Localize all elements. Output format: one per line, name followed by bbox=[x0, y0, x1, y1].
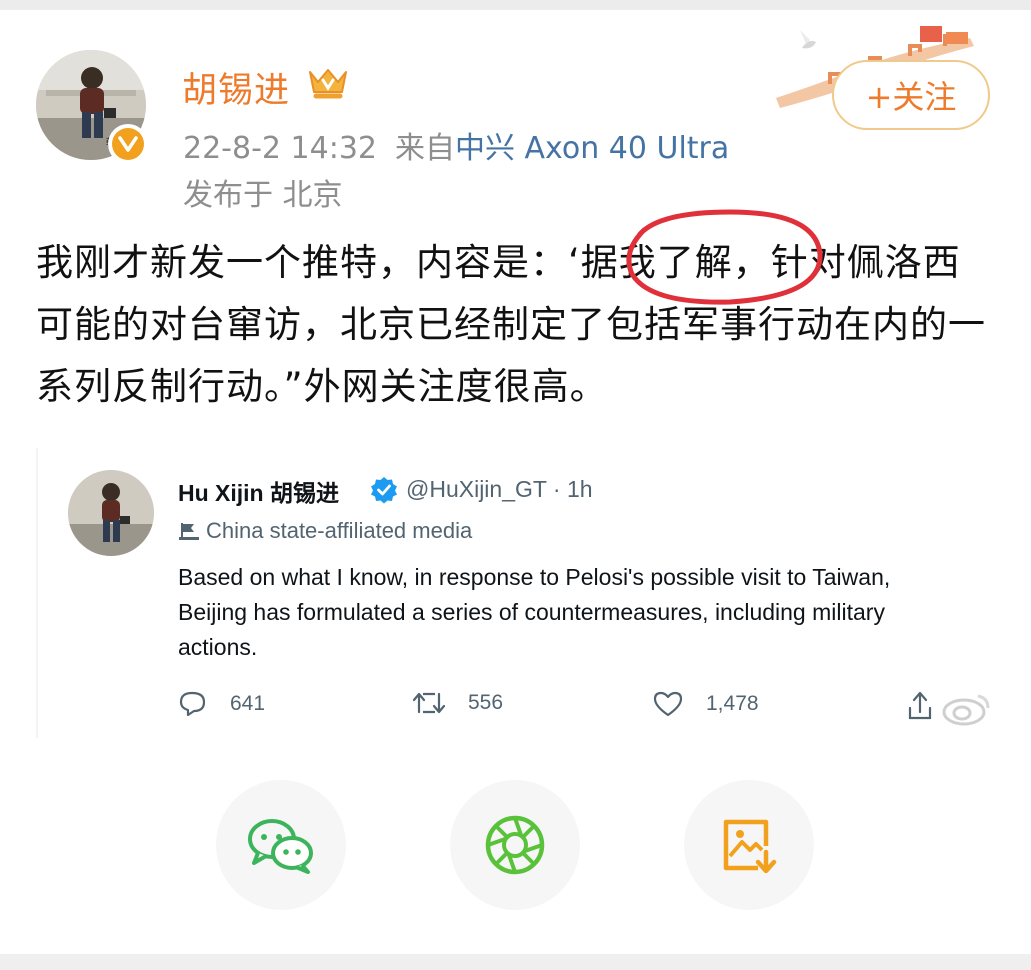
source-device-link[interactable]: 中兴 Axon 40 Ultra bbox=[455, 131, 729, 166]
embedded-tweet[interactable]: Hu Xijin 胡锡进 @HuXijin_GT · 1h China stat… bbox=[36, 448, 999, 738]
state-media-label: China state-affiliated media bbox=[178, 518, 472, 544]
top-divider bbox=[0, 0, 1031, 10]
wechat-icon bbox=[248, 819, 313, 874]
save-image-button[interactable] bbox=[684, 780, 814, 910]
tweet-text: Based on what I know, in response to Pel… bbox=[178, 564, 891, 660]
verified-check-icon bbox=[370, 476, 398, 508]
like-action[interactable]: 1,478 bbox=[652, 690, 759, 718]
source-prefix: 来自 bbox=[395, 131, 455, 166]
bottom-divider bbox=[0, 954, 1031, 970]
tweet-avatar[interactable] bbox=[68, 470, 154, 556]
reply-count: 641 bbox=[230, 692, 266, 715]
post-location: 发布于 北京 bbox=[183, 178, 343, 213]
save-image-icon bbox=[723, 819, 777, 874]
moments-icon bbox=[485, 815, 545, 875]
post-meta: 22-8-2 14:32 来自中兴 Axon 40 Ultra bbox=[183, 123, 729, 167]
state-media-label-text: China state-affiliated media bbox=[206, 518, 473, 543]
retweet-action[interactable]: 556 bbox=[412, 690, 503, 716]
reply-icon bbox=[179, 691, 206, 717]
username[interactable]: 胡锡进 bbox=[182, 62, 290, 113]
tweet-author-name[interactable]: Hu Xijin 胡锡进 bbox=[178, 474, 339, 508]
post-text: 我刚才新发一个推特，内容是：‘据我了解，针对佩洛西可能的对台窜访，北京已经制定了… bbox=[36, 241, 986, 408]
follow-button[interactable]: +关注 bbox=[832, 60, 990, 130]
tweet-handle-time[interactable]: @HuXijin_GT · 1h bbox=[406, 476, 593, 503]
share-moments-button[interactable] bbox=[450, 780, 580, 910]
post-timestamp: 22-8-2 14:32 bbox=[183, 131, 377, 166]
state-media-flag-icon bbox=[179, 523, 199, 540]
heart-icon bbox=[653, 691, 683, 717]
member-crown-icon bbox=[306, 66, 350, 108]
retweet-icon bbox=[412, 692, 446, 714]
like-count: 1,478 bbox=[706, 692, 759, 715]
annotation-circle bbox=[620, 204, 830, 312]
retweet-count: 556 bbox=[468, 691, 504, 714]
reply-action[interactable]: 641 bbox=[178, 690, 265, 718]
share-wechat-button[interactable] bbox=[216, 780, 346, 910]
share-tweet-icon[interactable] bbox=[906, 688, 996, 732]
verified-v-badge-icon bbox=[108, 124, 148, 164]
